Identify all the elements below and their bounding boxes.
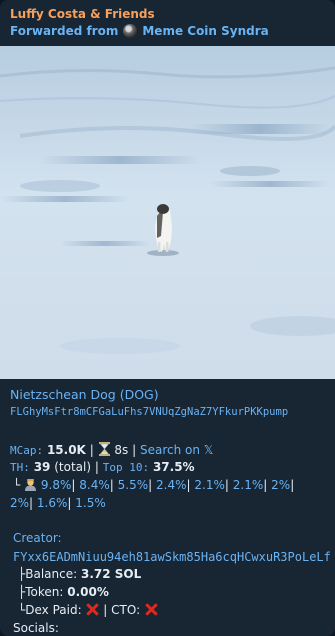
holder-pct[interactable]: 2.4% — [156, 478, 187, 492]
snow-field-image — [0, 46, 335, 379]
age-value: 8s — [114, 443, 129, 457]
holders-line-2: 2%| 1.6%| 1.5% — [10, 496, 106, 510]
channel-avatar — [123, 24, 138, 38]
holder-pct[interactable]: 1.6% — [37, 496, 68, 510]
red-cross-icon — [144, 602, 158, 616]
balance-label: Balance: — [25, 567, 78, 581]
socials-label: Socials: — [13, 621, 59, 635]
creator-label: Creator: — [13, 531, 62, 545]
top10-label: Top 10: — [102, 461, 150, 474]
balance-value: 3.72 SOL — [80, 567, 142, 581]
search-x-link[interactable]: Search on 𝕏 — [140, 443, 213, 457]
th-total-suffix: (total) — [54, 460, 92, 474]
message-bubble: Luffy Costa & Friends Forwarded from Mem… — [0, 0, 335, 636]
sender-name[interactable]: Luffy Costa & Friends — [10, 7, 155, 21]
creator-token-row: ├Token: 0.00% — [18, 585, 109, 599]
red-cross-icon — [85, 602, 99, 616]
forwarded-header[interactable]: Forwarded from Meme Coin Syndra — [10, 24, 269, 38]
top10-value: 37.5% — [152, 460, 195, 474]
th-total: 39 — [33, 460, 51, 474]
token-value: 0.00% — [67, 585, 109, 599]
holders-line-1: └ 9.8%| 8.4%| 5.5%| 2.4%| 2.1%| 2.1%| 2%… — [13, 478, 295, 492]
holder-pct[interactable]: 2% — [10, 496, 29, 510]
holder-pct[interactable]: 8.4% — [79, 478, 110, 492]
forwarded-channel[interactable]: Meme Coin Syndra — [142, 24, 268, 38]
media-preview[interactable] — [0, 46, 335, 379]
holder-pct[interactable]: 2.1% — [194, 478, 225, 492]
contract-address[interactable]: FLGhyMsFtr8mCFGaLuFhs7VNUqZgNaZ7YFkurPKK… — [10, 406, 288, 418]
holder-pct[interactable]: 5.5% — [118, 478, 149, 492]
hourglass-icon — [98, 442, 111, 456]
th-label: TH: — [10, 461, 30, 474]
creator-dex-row: └Dex Paid: | CTO: — [18, 602, 158, 617]
mcap-value: 15.0K — [46, 443, 86, 457]
dex-paid-label: Dex Paid: — [25, 603, 82, 617]
forwarded-prefix: Forwarded from — [10, 24, 119, 38]
holder-pct[interactable]: 9.8% — [41, 478, 72, 492]
creator-address[interactable]: FYxx6EADmNiuu94eh81awSkm85Ha6cqHCwxuR3Po… — [13, 550, 331, 564]
token-label: Token: — [25, 585, 64, 599]
holder-pct[interactable]: 2.1% — [233, 478, 264, 492]
holders-summary-row: TH: 39 (total) | Top 10: 37.5% — [10, 460, 195, 474]
mcap-label: MCap: — [10, 444, 44, 457]
cto-label: CTO: — [111, 603, 141, 617]
token-title[interactable]: Nietzschean Dog (DOG) — [10, 387, 159, 402]
mcap-row: MCap: 15.0K | 8s | Search on 𝕏 — [10, 442, 214, 457]
holder-pct[interactable]: 2% — [271, 478, 290, 492]
holder-pct[interactable]: 1.5% — [75, 496, 106, 510]
creator-balance-row: ├Balance: 3.72 SOL — [18, 567, 142, 581]
person-icon — [24, 478, 37, 491]
